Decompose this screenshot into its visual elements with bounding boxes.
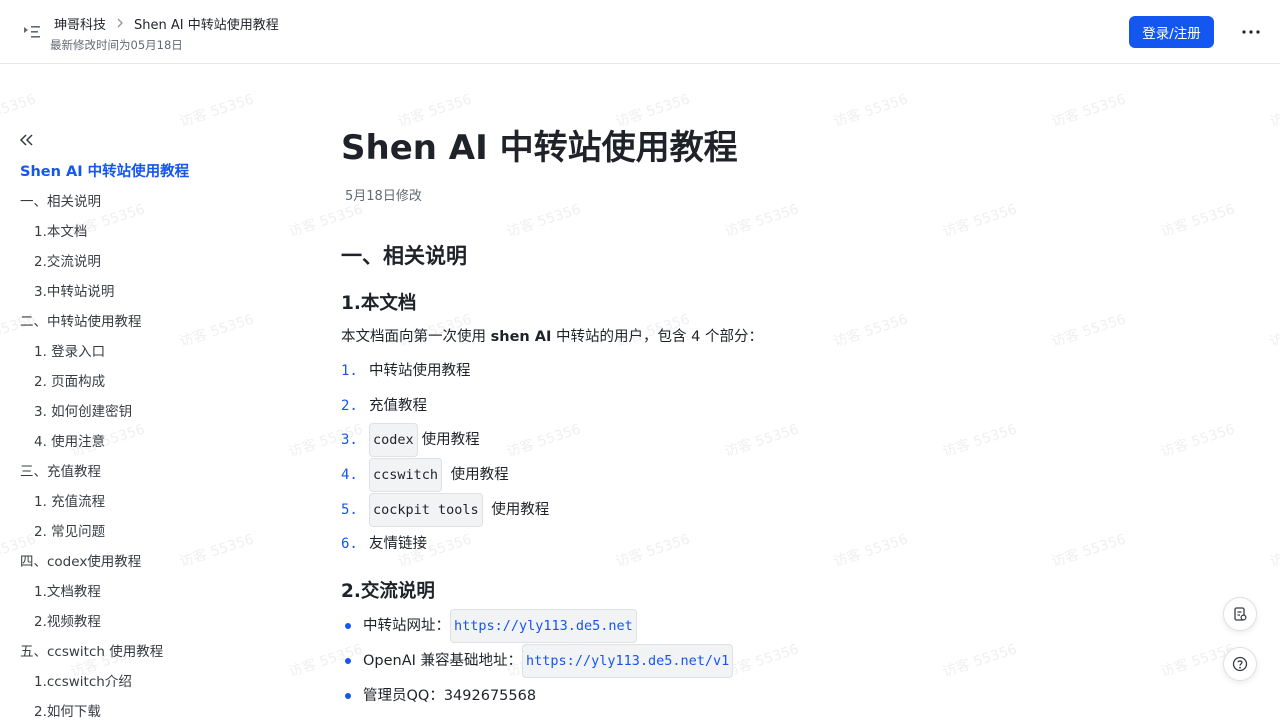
more-icon[interactable] [1238,20,1264,44]
outline-sidebar: Shen AI 中转站使用教程 一、相关说明 1.本文档 2.交流说明 3.中转站说明… [0,64,300,720]
outline-item[interactable]: 2.视频教程 [0,607,300,637]
bullet-dot-icon [345,658,351,665]
outline-item[interactable]: 1. 登录入口 [0,337,300,367]
watermark-text: 访客 55356 [1267,531,1280,571]
bullet-label: OpenAI 兼容基础地址： [363,653,523,670]
section-heading: 一、相关说明 [341,244,467,268]
outline-item[interactable]: 3.中转站说明 [0,277,300,307]
outline-list: 一、相关说明 1.本文档 2.交流说明 3.中转站说明 二、中转站使用教程 1. 登录入口… [0,187,300,720]
ordered-list-item: 3. codex 使用教程 [341,423,549,458]
chevron-right-icon [116,17,124,31]
ordered-list-item: 2. 充值教程 [341,389,549,424]
list-item-text: 充值教程 [369,397,427,414]
outline-item[interactable]: 四、codex使用教程 [0,547,300,577]
list-number: 6. [341,536,358,553]
bullet-list: 中转站网址： https://yly113.de5.net OpenAI 兼容基础地… [341,609,734,714]
list-item-text: 使用教程 [486,501,550,518]
list-number: 4. [341,467,358,484]
document-title: Shen AI 中转站使用教程 [341,128,738,168]
url-link[interactable]: https://yly113.de5.net/v1 [522,644,734,679]
outline-item[interactable]: 1.文档教程 [0,577,300,607]
help-icon[interactable] [1223,647,1257,681]
watermark-text: 访客 55356 [1267,91,1280,131]
list-item-text: 使用教程 [421,432,480,449]
outline-toggle-icon[interactable] [22,23,42,41]
list-item-text: 中转站使用教程 [369,363,471,380]
outline-item[interactable]: 一、相关说明 [0,187,300,217]
outline-item[interactable]: 2. 页面构成 [0,367,300,397]
intro-paragraph: 本文档面向第一次使用 shen AI 中转站的用户，包含 4 个部分： [341,325,763,346]
list-number: 3. [341,432,358,449]
inline-code: codex [369,423,418,458]
breadcrumb-doc[interactable]: Shen AI 中转站使用教程 [134,14,279,33]
ordered-list-item: 6. 友情链接 [341,527,549,562]
breadcrumb: 珅哥科技 Shen AI 中转站使用教程 [54,14,279,33]
ordered-list: 1. 中转站使用教程 2. 充值教程 3. codex 使用教程 4. ccswitch 使用教… [341,354,549,562]
breadcrumb-org[interactable]: 珅哥科技 [54,14,106,33]
inline-code: ccswitch [369,458,443,493]
list-number: 5. [341,501,358,518]
outline-item[interactable]: 3. 如何创建密钥 [0,397,300,427]
list-item-text: 友情链接 [369,536,427,553]
document-body: Shen AI 中转站使用教程 5月18日修改 一、相关说明 1.本文档 本文档… [341,64,1221,720]
url-link[interactable]: https://yly113.de5.net [450,609,637,644]
bullet-label: 管理员QQ：3492675568 [363,687,537,704]
ordered-list-item: 5. cockpit tools 使用教程 [341,492,549,527]
watermark-text: 访客 55356 [1267,311,1280,351]
ordered-list-item: 4. ccswitch 使用教程 [341,458,549,493]
intro-bold: shen AI [490,329,552,345]
top-header: 珅哥科技 Shen AI 中转站使用教程 最新修改时间为05月18日 登录/注册 [0,0,1280,64]
intro-text: 本文档面向第一次使用 [341,329,491,345]
list-item-text: 使用教程 [446,467,509,484]
list-number: 1. [341,363,358,380]
intro-text: 中转站的用户，包含 4 个部分： [551,329,763,345]
bullet-list-item: 中转站网址： https://yly113.de5.net [341,609,733,644]
list-number: 2. [341,397,358,414]
bullet-list-item: 管理员QQ：3492675568 [341,679,733,714]
outline-item[interactable]: 4. 使用注意 [0,427,300,457]
bullet-dot-icon [345,692,351,699]
outline-item[interactable]: 1.本文档 [0,217,300,247]
outline-item[interactable]: 2.如何下载 [0,697,300,720]
ordered-list-item: 1. 中转站使用教程 [341,354,549,389]
outline-item[interactable]: 2.交流说明 [0,247,300,277]
outline-item[interactable]: 二、中转站使用教程 [0,307,300,337]
outline-item[interactable]: 五、ccswitch 使用教程 [0,637,300,667]
collapse-outline-icon[interactable] [18,132,34,148]
outline-item[interactable]: 三、充值教程 [0,457,300,487]
bullet-list-item: OpenAI 兼容基础地址： https://yly113.de5.net/v1 [341,644,734,679]
subsection-heading: 2.交流说明 [341,581,435,602]
outline-item[interactable]: 1. 充值流程 [0,487,300,517]
outline-item[interactable]: 1.ccswitch介绍 [0,667,300,697]
outline-item[interactable]: 2. 常见问题 [0,517,300,547]
subsection-heading: 1.本文档 [341,293,417,314]
last-modified-text: 最新修改时间为05月18日 [50,38,183,52]
inline-code: cockpit tools [369,492,483,527]
bullet-dot-icon [345,623,351,630]
login-register-button[interactable]: 登录/注册 [1129,16,1214,48]
bullet-label: 中转站网址： [363,618,450,635]
document-info-icon[interactable] [1223,597,1257,631]
document-date: 5月18日修改 [345,189,422,204]
outline-title[interactable]: Shen AI 中转站使用教程 [20,160,189,181]
